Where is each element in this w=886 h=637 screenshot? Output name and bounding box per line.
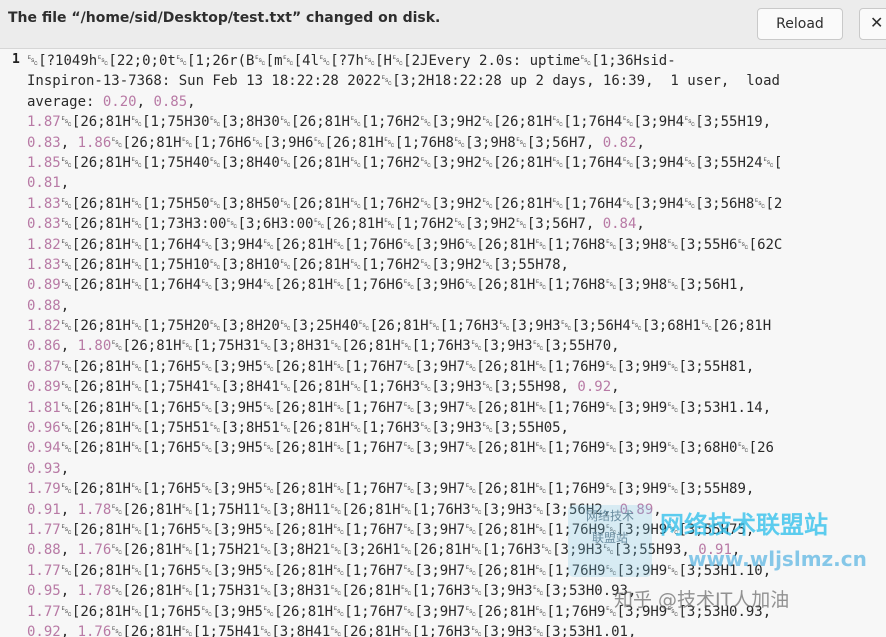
code-line: 1.82␛[26;81H␛[1;75H20␛[3;8H20␛[3;25H40␛[… (27, 318, 772, 335)
code-line: ␛[?1049h␛[22;0;0t␛[1;26r(B␛[m␛[4l␛[?7h␛[… (27, 53, 676, 69)
code-line: 1.77␛[26;81H␛[1;76H5␛[3;9H5␛[26;81H␛[1;7… (27, 521, 755, 538)
code-line: 0.88, 1.76␛[26;81H␛[1;75H21␛[3;8H21␛[3;2… (27, 542, 741, 559)
code-line: 1.87␛[26;81H␛[1;75H30␛[3;8H30␛[26;81H␛[1… (27, 114, 772, 131)
code-line: 1.77␛[26;81H␛[1;76H5␛[3;9H5␛[26;81H␛[1;7… (27, 562, 772, 579)
code-line: 0.93, (27, 460, 70, 477)
code-line: 1.83␛[26;81H␛[1;75H10␛[3;8H10␛[26;81H␛[1… (27, 256, 569, 273)
close-infobar-button[interactable]: ✕ (859, 8, 886, 40)
code-line: 1.85␛[26;81H␛[1;75H40␛[3;8H40␛[26;81H␛[1… (27, 154, 783, 171)
code-line: 0.83␛[26;81H␛[1;73H3:00␛[3;6H3:00␛[26;81… (27, 216, 645, 233)
code-line: 0.95, 1.78␛[26;81H␛[1;75H31␛[3;8H31␛[26;… (27, 583, 637, 600)
line-number: 1 (12, 52, 20, 67)
code-line: 1.77␛[26;81H␛[1;76H5␛[3;9H5␛[26;81H␛[1;7… (27, 603, 772, 620)
code-line: 1.81␛[26;81H␛[1;76H5␛[3;9H5␛[26;81H␛[1;7… (27, 399, 772, 416)
text-editor-area[interactable]: 1 ␛[?1049h␛[22;0;0t␛[1;26r(B␛[m␛[4l␛[?7h… (0, 49, 886, 637)
code-line: 0.86, 1.80␛[26;81H␛[1;75H31␛[3;8H31␛[26;… (27, 338, 620, 355)
close-icon[interactable]: ✕ (870, 13, 883, 32)
code-line: 0.83, 1.86␛[26;81H␛[1;76H6␛[3;9H6␛[26;81… (27, 134, 645, 151)
code-line: 0.87␛[26;81H␛[1;76H5␛[3;9H5␛[26;81H␛[1;7… (27, 358, 755, 375)
code-line: 0.92, 1.76␛[26;81H␛[1;75H41␛[3;8H41␛[26;… (27, 623, 637, 637)
code-line: 0.88, (27, 297, 70, 314)
code-line: 1.82␛[26;81H␛[1;76H4␛[3;9H4␛[26;81H␛[1;7… (27, 236, 783, 253)
code-line: Inspiron-13-7368: Sun Feb 13 18:22:28 20… (27, 73, 780, 90)
code-line: 1.83␛[26;81H␛[1;75H50␛[3;8H50␛[26;81H␛[1… (27, 195, 783, 212)
file-content[interactable]: ␛[?1049h␛[22;0;0t␛[1;26r(B␛[m␛[4l␛[?7h␛[… (27, 51, 886, 637)
reload-button[interactable]: Reload (757, 8, 843, 40)
code-line: 0.89␛[26;81H␛[1;76H4␛[3;9H4␛[26;81H␛[1;7… (27, 277, 746, 294)
code-line: 0.81, (27, 175, 70, 192)
code-line: 0.96␛[26;81H␛[1;75H51␛[3;8H51␛[26;81H␛[1… (27, 420, 569, 437)
code-line: 0.89␛[26;81H␛[1;75H41␛[3;8H41␛[26;81H␛[1… (27, 379, 620, 396)
code-line: 0.91, 1.78␛[26;81H␛[1;75H11␛[3;8H11␛[26;… (27, 501, 662, 518)
code-line: 0.94␛[26;81H␛[1;76H5␛[3;9H5␛[26;81H␛[1;7… (27, 440, 774, 457)
code-line: 1.79␛[26;81H␛[1;76H5␛[3;9H5␛[26;81H␛[1;7… (27, 481, 755, 498)
file-changed-infobar: The file “/home/sid/Desktop/test.txt” ch… (0, 0, 886, 49)
file-changed-message: The file “/home/sid/Desktop/test.txt” ch… (8, 10, 441, 26)
code-line: average: 0.20, 0.85, (27, 93, 196, 110)
